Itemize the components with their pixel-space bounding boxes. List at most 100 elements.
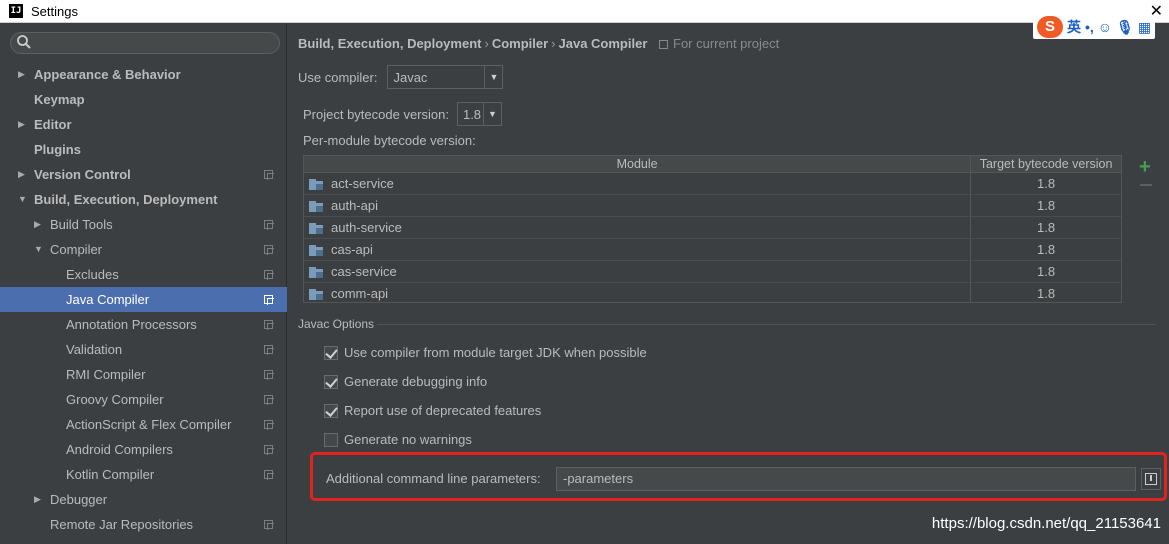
chevron-down-icon[interactable]: ▼	[34, 237, 43, 262]
breadcrumb-item[interactable]: Compiler	[492, 36, 548, 51]
chevron-right-icon[interactable]: ▶	[18, 62, 25, 87]
remove-module-button[interactable]	[1140, 184, 1152, 186]
sidebar-item[interactable]: Keymap	[0, 87, 287, 112]
target-version-cell[interactable]: 1.8	[971, 217, 1121, 238]
settings-tree: ▶ Appearance & Behavior Keymap ▶ Editor Plugi…	[0, 62, 287, 537]
target-version-cell[interactable]: 1.8	[971, 195, 1121, 216]
chevron-down-icon[interactable]: ▼	[484, 66, 502, 88]
sidebar-item[interactable]: ▼ Build, Execution, Deployment	[0, 187, 287, 212]
project-scope-icon	[264, 245, 274, 255]
sidebar-item-label: Editor	[34, 117, 72, 132]
target-version-cell[interactable]: 1.8	[971, 283, 1121, 302]
sidebar-item[interactable]: ActionScript & Flex Compiler	[0, 412, 287, 437]
table-header: Module Target bytecode version	[304, 156, 1121, 173]
project-scope-icon	[264, 220, 274, 230]
sidebar-item[interactable]: ▶ Debugger	[0, 487, 287, 512]
module-cell: cas-service	[304, 261, 972, 282]
sidebar-item[interactable]: Plugins	[0, 137, 287, 162]
option-checkbox-row[interactable]: Generate no warnings	[324, 432, 472, 447]
chevron-right-icon[interactable]: ▶	[34, 212, 41, 237]
chevron-right-icon[interactable]: ▶	[18, 162, 25, 187]
sidebar-item[interactable]: ▶ Appearance & Behavior	[0, 62, 287, 87]
sidebar-item-label: ActionScript & Flex Compiler	[66, 417, 232, 432]
table-row[interactable]: cas-api 1.8	[304, 239, 1121, 261]
module-name: auth-api	[331, 198, 378, 213]
chevron-down-icon[interactable]: ▼	[18, 187, 27, 212]
module-folder-icon	[309, 200, 325, 212]
sidebar-item-label: Android Compilers	[66, 442, 173, 457]
table-row[interactable]: comm-api 1.8	[304, 283, 1121, 302]
target-version-cell[interactable]: 1.8	[971, 239, 1121, 260]
javac-options-title: Javac Options	[298, 317, 374, 331]
sidebar-item[interactable]: Remote Jar Repositories	[0, 512, 287, 537]
project-scope-icon	[264, 170, 274, 180]
module-name: cas-service	[331, 264, 397, 279]
sidebar-item[interactable]: ▶ Version Control	[0, 162, 287, 187]
table-row[interactable]: act-service 1.8	[304, 173, 1121, 195]
module-cell: act-service	[304, 173, 972, 194]
module-cell: cas-api	[304, 239, 972, 260]
target-version-cell[interactable]: 1.8	[971, 261, 1121, 282]
table-row[interactable]: auth-service 1.8	[304, 217, 1121, 239]
checkbox[interactable]	[324, 345, 338, 360]
breadcrumb: Build, Execution, Deployment › Compiler › Ja…	[298, 36, 779, 51]
option-checkbox-row[interactable]: Report use of deprecated features	[324, 403, 541, 418]
group-divider	[377, 324, 1156, 325]
sidebar-item[interactable]: Excludes	[0, 262, 287, 287]
sidebar-item-label: Annotation Processors	[66, 317, 197, 332]
project-scope-icon	[264, 420, 274, 430]
expand-field-button[interactable]	[1141, 468, 1161, 490]
sidebar-item-label: Build Tools	[50, 217, 113, 232]
module-name: act-service	[331, 176, 394, 191]
sidebar-item[interactable]: Validation	[0, 337, 287, 362]
sidebar-item-label: Kotlin Compiler	[66, 467, 155, 482]
option-checkbox-row[interactable]: Use compiler from module target JDK when…	[324, 345, 647, 360]
sidebar-item-label: Compiler	[50, 242, 103, 257]
checkbox[interactable]	[324, 403, 338, 418]
module-cell: comm-api	[304, 283, 972, 302]
sidebar-item[interactable]: Annotation Processors	[0, 312, 287, 337]
sidebar-item[interactable]: RMI Compiler	[0, 362, 287, 387]
table-row[interactable]: auth-api 1.8	[304, 195, 1121, 217]
per-module-label-row: Per-module bytecode version:	[303, 133, 476, 148]
project-scope-icon	[264, 345, 274, 355]
module-table: Module Target bytecode version act-servi…	[303, 155, 1122, 303]
project-scope-icon	[264, 370, 274, 380]
sidebar-item[interactable]: ▶ Editor	[0, 112, 287, 137]
option-checkbox-row[interactable]: Generate debugging info	[324, 374, 487, 389]
chevron-right-icon[interactable]: ▶	[34, 487, 41, 512]
chevron-right-icon[interactable]: ▶	[18, 112, 25, 137]
sidebar-item[interactable]: Kotlin Compiler	[0, 462, 287, 487]
sidebar-item-label: Version Control	[34, 167, 131, 182]
scope-label: For current project	[673, 36, 780, 51]
sidebar-item[interactable]: Android Compilers	[0, 437, 287, 462]
scope-note: For current project	[659, 36, 779, 51]
chevron-down-icon[interactable]: ▼	[482, 103, 501, 125]
table-row[interactable]: cas-service 1.8	[304, 261, 1121, 283]
search-input[interactable]	[10, 32, 280, 54]
sidebar-item[interactable]: ▼ Compiler	[0, 237, 287, 262]
bytecode-value: 1.8	[462, 106, 482, 122]
sidebar-item-label: Java Compiler	[66, 292, 150, 307]
bytecode-select[interactable]: 1.8 ▼	[456, 102, 502, 126]
column-header-target[interactable]: Target bytecode version	[971, 156, 1121, 172]
checkbox[interactable]	[324, 432, 338, 447]
target-version-cell[interactable]: 1.8	[971, 173, 1121, 194]
bytecode-label: Project bytecode version:	[303, 106, 449, 122]
module-name: auth-service	[331, 220, 402, 235]
module-name: cas-api	[331, 242, 373, 257]
column-header-module[interactable]: Module	[304, 156, 972, 172]
sidebar-item[interactable]: ▶ Build Tools	[0, 212, 287, 237]
breadcrumb-item[interactable]: Build, Execution, Deployment	[298, 36, 481, 51]
sidebar-item[interactable]: Groovy Compiler	[0, 387, 287, 412]
params-input[interactable]: -parameters	[556, 467, 1136, 491]
compiler-select[interactable]: Javac ▼	[387, 65, 504, 89]
module-name: comm-api	[331, 286, 389, 301]
checkbox[interactable]	[324, 374, 338, 389]
sidebar-item[interactable]: Java Compiler	[0, 287, 287, 312]
module-folder-icon	[309, 222, 325, 234]
compiler-row: Use compiler: Javac ▼	[298, 65, 504, 89]
javac-options-label: Javac Options	[298, 317, 375, 331]
add-module-button[interactable]: +	[1139, 157, 1151, 177]
checkbox-label: Generate no warnings	[344, 432, 472, 447]
